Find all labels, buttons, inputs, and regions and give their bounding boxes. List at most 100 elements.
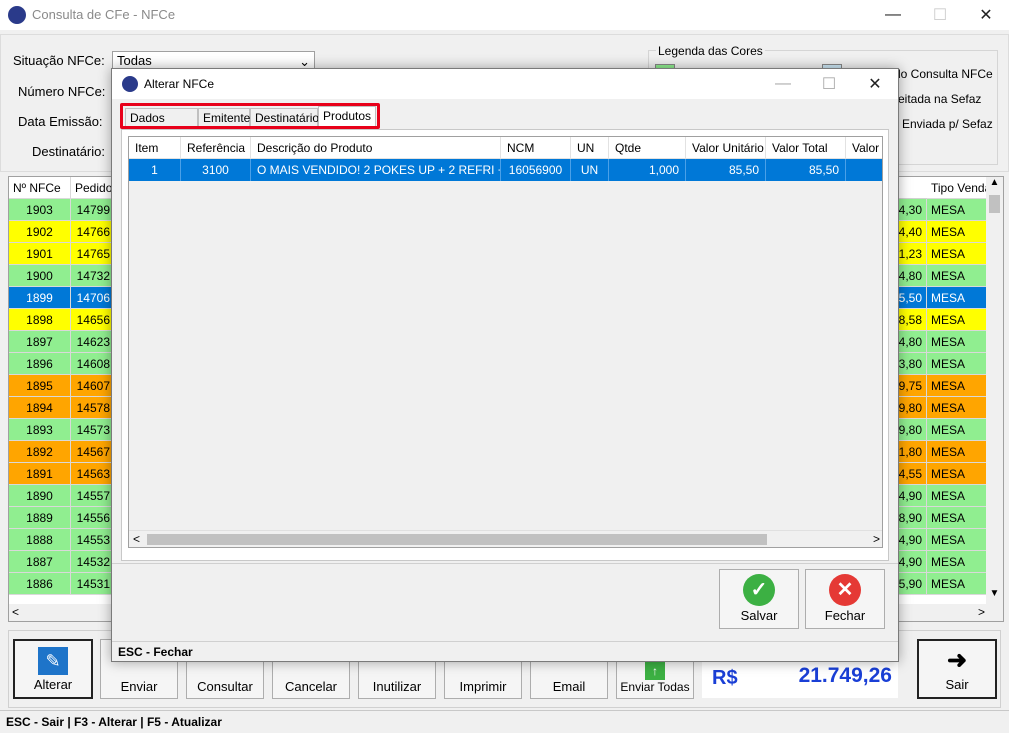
col-un[interactable]: UN: [571, 137, 609, 159]
cell-tipo-venda[interactable]: MESA: [927, 441, 989, 463]
products-grid[interactable]: Item Referência Descrição do Produto NCM…: [128, 136, 883, 548]
cell-nfce[interactable]: 1903: [9, 199, 71, 221]
cell-pedido[interactable]: 14578: [71, 397, 115, 419]
cell-nfce[interactable]: 1893: [9, 419, 71, 441]
cell-tipo-venda[interactable]: MESA: [927, 529, 989, 551]
dialog-maximize-button[interactable]: ☐: [806, 69, 852, 99]
alterar-label: Alterar: [33, 677, 73, 692]
row-item[interactable]: 1: [129, 159, 181, 181]
cell-nfce[interactable]: 1895: [9, 375, 71, 397]
scroll-right-icon[interactable]: >: [978, 605, 985, 619]
cell-tipo-venda[interactable]: MESA: [927, 573, 989, 595]
cell-nfce[interactable]: 1900: [9, 265, 71, 287]
cell-pedido[interactable]: 14531: [71, 573, 115, 595]
header-tipo-venda[interactable]: Tipo Venda: [927, 177, 989, 199]
sair-button[interactable]: ➜ Sair: [917, 639, 997, 699]
scroll-left-icon[interactable]: <: [12, 605, 19, 619]
cell-pedido[interactable]: 14567: [71, 441, 115, 463]
row-qtde[interactable]: 1,000: [609, 159, 686, 181]
cell-pedido[interactable]: 14732: [71, 265, 115, 287]
row-descricao[interactable]: O MAIS VENDIDO! 2 POKES UP + 2 REFRI + 2…: [251, 159, 501, 181]
header-pedido[interactable]: Pedido: [71, 177, 115, 199]
row-valor-icms[interactable]: [846, 159, 882, 181]
cell-tipo-venda[interactable]: MESA: [927, 419, 989, 441]
scroll-up-icon[interactable]: ▲: [986, 177, 1003, 194]
cell-tipo-venda[interactable]: MESA: [927, 463, 989, 485]
cell-tipo-venda[interactable]: MESA: [927, 309, 989, 331]
col-referencia[interactable]: Referência: [181, 137, 251, 159]
col-valor-icms[interactable]: Valor IC: [846, 137, 882, 159]
cell-pedido[interactable]: 14623: [71, 331, 115, 353]
cell-pedido[interactable]: 14608: [71, 353, 115, 375]
cell-pedido[interactable]: 14563: [71, 463, 115, 485]
cell-pedido[interactable]: 14656: [71, 309, 115, 331]
legend-item-1: lo Consulta NFCe: [898, 67, 993, 81]
products-scroll-thumb[interactable]: [147, 534, 767, 545]
cell-nfce[interactable]: 1890: [9, 485, 71, 507]
col-qtde[interactable]: Qtde: [609, 137, 686, 159]
minimize-button[interactable]: —: [870, 0, 916, 30]
cell-pedido[interactable]: 14532: [71, 551, 115, 573]
col-ncm[interactable]: NCM: [501, 137, 571, 159]
dialog-close-button[interactable]: ✕: [852, 69, 898, 99]
scroll-down-icon[interactable]: ▼: [986, 588, 1003, 605]
cell-tipo-venda[interactable]: MESA: [927, 397, 989, 419]
maximize-button[interactable]: ☐: [917, 0, 963, 30]
cell-nfce[interactable]: 1898: [9, 309, 71, 331]
cell-tipo-venda[interactable]: MESA: [927, 265, 989, 287]
row-ncm[interactable]: 16056900: [501, 159, 571, 181]
produtos-panel: Item Referência Descrição do Produto NCM…: [121, 129, 889, 561]
products-horizontal-scrollbar[interactable]: < >: [129, 530, 882, 547]
cell-pedido[interactable]: 14799: [71, 199, 115, 221]
cell-nfce[interactable]: 1902: [9, 221, 71, 243]
scroll-left-icon[interactable]: <: [133, 532, 140, 546]
salvar-button[interactable]: ✓ Salvar: [719, 569, 799, 629]
cell-pedido[interactable]: 14557: [71, 485, 115, 507]
cell-tipo-venda[interactable]: MESA: [927, 485, 989, 507]
cell-nfce[interactable]: 1899: [9, 287, 71, 309]
scroll-thumb[interactable]: [989, 195, 1000, 213]
cell-nfce[interactable]: 1901: [9, 243, 71, 265]
cell-nfce[interactable]: 1888: [9, 529, 71, 551]
cell-tipo-venda[interactable]: MESA: [927, 221, 989, 243]
cell-tipo-venda[interactable]: MESA: [927, 353, 989, 375]
header-nfce[interactable]: Nº NFCe: [9, 177, 71, 199]
cell-nfce[interactable]: 1894: [9, 397, 71, 419]
cell-tipo-venda[interactable]: MESA: [927, 331, 989, 353]
cell-pedido[interactable]: 14556: [71, 507, 115, 529]
col-descricao[interactable]: Descrição do Produto: [251, 137, 501, 159]
cell-tipo-venda[interactable]: MESA: [927, 551, 989, 573]
cell-pedido[interactable]: 14573: [71, 419, 115, 441]
cell-tipo-venda[interactable]: MESA: [927, 243, 989, 265]
cell-nfce[interactable]: 1891: [9, 463, 71, 485]
cell-tipo-venda[interactable]: MESA: [927, 507, 989, 529]
cell-pedido[interactable]: 14765: [71, 243, 115, 265]
col-item[interactable]: Item: [129, 137, 181, 159]
cell-tipo-venda[interactable]: MESA: [927, 375, 989, 397]
cell-pedido[interactable]: 14553: [71, 529, 115, 551]
cell-nfce[interactable]: 1887: [9, 551, 71, 573]
cell-nfce[interactable]: 1892: [9, 441, 71, 463]
col-valor-unitario[interactable]: Valor Unitário: [686, 137, 766, 159]
grid-vertical-scrollbar[interactable]: ▲ ▼: [986, 177, 1003, 605]
fechar-button[interactable]: ✕ Fechar: [805, 569, 885, 629]
dialog-minimize-button[interactable]: —: [760, 69, 806, 99]
close-button[interactable]: ✕: [963, 0, 1009, 30]
cell-pedido[interactable]: 14706: [71, 287, 115, 309]
row-un[interactable]: UN: [571, 159, 609, 181]
scroll-right-icon[interactable]: >: [873, 532, 880, 546]
cell-nfce[interactable]: 1889: [9, 507, 71, 529]
row-valor-total[interactable]: 85,50: [766, 159, 846, 181]
cell-tipo-venda[interactable]: MESA: [927, 199, 989, 221]
row-valor-unitario[interactable]: 85,50: [686, 159, 766, 181]
col-valor-total[interactable]: Valor Total: [766, 137, 846, 159]
alterar-button[interactable]: ✎ Alterar: [13, 639, 93, 699]
cell-nfce[interactable]: 1897: [9, 331, 71, 353]
cell-nfce[interactable]: 1896: [9, 353, 71, 375]
edit-icon: ✎: [38, 647, 68, 675]
row-referencia[interactable]: 3100: [181, 159, 251, 181]
cell-tipo-venda[interactable]: MESA: [927, 287, 989, 309]
cell-pedido[interactable]: 14607: [71, 375, 115, 397]
cell-pedido[interactable]: 14766: [71, 221, 115, 243]
cell-nfce[interactable]: 1886: [9, 573, 71, 595]
